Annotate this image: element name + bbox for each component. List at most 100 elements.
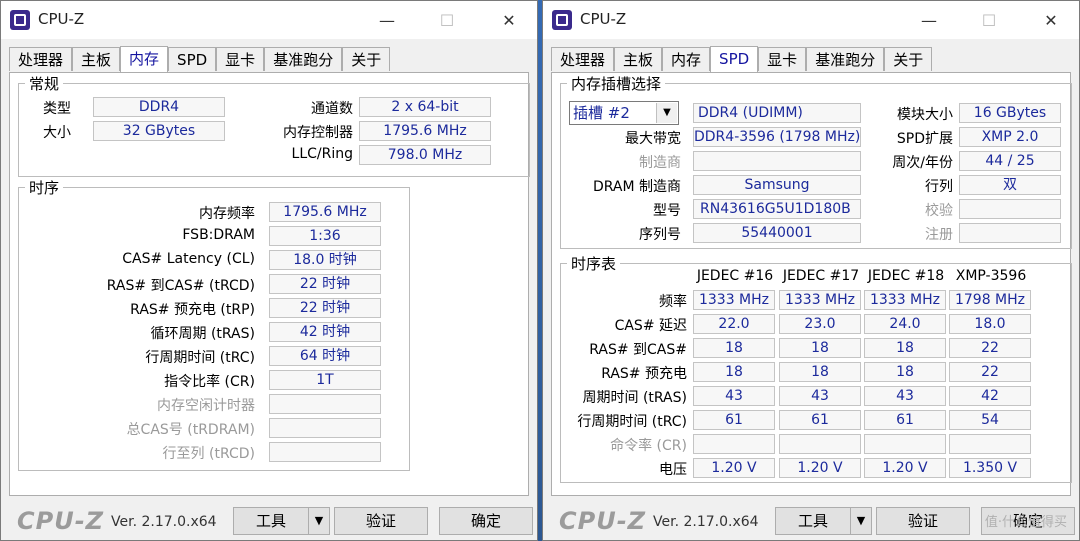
version-text: Ver. 2.17.0.x64: [653, 514, 759, 530]
watermark: 值·什么值得买: [984, 515, 1067, 530]
timing-table-cell: 1.20 V: [693, 458, 775, 478]
timing-value: 1T: [269, 370, 381, 390]
timing-table-legend: 时序表: [567, 253, 621, 274]
general-group: 常规 类型 DDR4 大小 32 GBytes 通道数 2 x 64-bit 内…: [18, 73, 530, 177]
timing-table-row-label: 命令率 (CR): [610, 438, 687, 454]
tab-processor[interactable]: 处理器: [551, 47, 615, 71]
channels-value: 2 x 64-bit: [359, 97, 491, 117]
module-type-value: DDR4 (UDIMM): [693, 103, 861, 123]
slot-select-value: 插槽 #2: [573, 104, 630, 122]
timing-label: 指令比率 (CR): [164, 374, 255, 390]
timing-table-cell: 42: [949, 386, 1031, 406]
type-value: DDR4: [93, 97, 225, 117]
maximize-icon: ☐: [439, 10, 455, 30]
dram-manufacturer-label: DRAM 制造商: [592, 179, 681, 195]
timing-table-row-label: RAS# 预充电: [601, 366, 687, 382]
timing-table-cell: 22.0: [693, 314, 775, 334]
timing-value: 18.0 时钟: [269, 250, 381, 270]
timing-value: 22 时钟: [269, 298, 381, 318]
manufacturer-label: 制造商: [639, 155, 681, 171]
close-icon[interactable]: ✕: [495, 7, 523, 33]
minimize-icon[interactable]: —: [915, 7, 943, 33]
timings-group: 时序 内存频率 1795.6 MHz FSB:DRAM 1:36 CAS# Latenc…: [18, 177, 410, 471]
timing-table-cell: [693, 434, 775, 454]
slot-group: 内存插槽选择 插槽 #2 ▼ DDR4 (UDIMM) 模块大小 16 GByt…: [560, 73, 1072, 249]
tab-about[interactable]: 关于: [342, 47, 391, 71]
week-year-label: 周次/年份: [892, 155, 953, 171]
timing-table-cell: 1798 MHz: [949, 290, 1031, 310]
ok-button[interactable]: 确定: [439, 507, 533, 535]
timing-label: 总CAS号 (tRDRAM): [126, 422, 255, 438]
tab-bench[interactable]: 基准跑分: [264, 47, 343, 71]
timing-table-row-label: 行周期时间 (tRC): [577, 414, 687, 430]
slot-select[interactable]: 插槽 #2 ▼: [569, 101, 679, 125]
tab-graphics[interactable]: 显卡: [216, 47, 265, 71]
memory-panel: 常规 类型 DDR4 大小 32 GBytes 通道数 2 x 64-bit 内…: [9, 72, 530, 496]
tab-bar: 处理器 主板 内存 SPD 显卡 基准跑分 关于: [551, 45, 933, 74]
tools-dropdown-icon[interactable]: ▼: [850, 507, 872, 535]
tab-memory[interactable]: 内存: [662, 47, 711, 71]
size-value: 32 GBytes: [93, 121, 225, 141]
spd-ext-label: SPD扩展: [896, 131, 953, 147]
minimize-icon[interactable]: —: [373, 7, 401, 33]
validate-button[interactable]: 验证: [876, 507, 970, 535]
llc-value: 798.0 MHz: [359, 145, 491, 165]
tab-bench[interactable]: 基准跑分: [806, 47, 885, 71]
rank-label: 行列: [925, 179, 953, 195]
timing-value: [269, 394, 381, 414]
timing-table-cell: 1.20 V: [779, 458, 861, 478]
timing-table-cell: 61: [779, 410, 861, 430]
tab-spd[interactable]: SPD: [710, 46, 759, 74]
timing-table-cell: 18.0: [949, 314, 1031, 334]
timing-table-cell: 18: [693, 338, 775, 358]
part-number-value: RN43616G5U1D180B: [693, 199, 861, 219]
tab-about[interactable]: 关于: [884, 47, 933, 71]
timing-label: 内存空闲计时器: [157, 398, 255, 414]
registered-label: 注册: [925, 227, 953, 243]
timing-table-cell: 23.0: [779, 314, 861, 334]
timing-value: 1:36: [269, 226, 381, 246]
timing-label: CAS# Latency (CL): [122, 251, 255, 267]
timing-table-row-label: RAS# 到CAS#: [589, 342, 687, 358]
manufacturer-value: [693, 151, 861, 171]
timing-table-cell: 24.0: [864, 314, 946, 334]
checksum-label: 校验: [925, 203, 953, 219]
chevron-down-icon: ▼: [656, 103, 677, 123]
slot-legend: 内存插槽选择: [567, 73, 666, 94]
tab-mainboard[interactable]: 主板: [614, 47, 663, 71]
cpuz-logo: CPU-Z: [17, 507, 105, 535]
tab-processor[interactable]: 处理器: [9, 47, 73, 71]
timing-table-row-label: 周期时间 (tRAS): [582, 390, 688, 406]
title-bar[interactable]: CPU-Z — ☐ ✕: [543, 1, 1079, 39]
title-bar[interactable]: CPU-Z — ☐ ✕: [1, 1, 537, 39]
max-bandwidth-value: DDR4-3596 (1798 MHz): [693, 127, 861, 147]
tools-button[interactable]: 工具: [775, 507, 851, 535]
close-icon[interactable]: ✕: [1037, 7, 1065, 33]
validate-button[interactable]: 验证: [334, 507, 428, 535]
maximize-icon: ☐: [981, 10, 997, 30]
timing-table-cell: 22: [949, 362, 1031, 382]
timing-table-cell: 22: [949, 338, 1031, 358]
timing-table-cell: 43: [864, 386, 946, 406]
max-bandwidth-label: 最大带宽: [625, 131, 681, 147]
week-year-value: 44 / 25: [959, 151, 1061, 171]
timing-table-header: JEDEC #17: [782, 268, 860, 284]
tab-spd[interactable]: SPD: [168, 47, 217, 71]
tab-memory[interactable]: 内存: [120, 46, 169, 74]
footer: CPU-Z Ver. 2.17.0.x64 工具 ▼ 验证 确定: [1, 501, 537, 540]
cpuz-app-icon: [10, 10, 30, 30]
tools-dropdown-icon[interactable]: ▼: [308, 507, 330, 535]
timing-table-cell: 18: [779, 338, 861, 358]
spd-ext-value: XMP 2.0: [959, 127, 1061, 147]
tab-graphics[interactable]: 显卡: [758, 47, 807, 71]
timing-table-group: 时序表 JEDEC #16 JEDEC #17 JEDEC #18 XMP-3596 频…: [560, 253, 1072, 483]
module-size-value: 16 GBytes: [959, 103, 1061, 123]
timing-label: RAS# 预充电 (tRP): [130, 302, 255, 318]
tab-mainboard[interactable]: 主板: [72, 47, 121, 71]
window-title: CPU-Z: [580, 10, 627, 28]
timing-table-cell: 1.20 V: [864, 458, 946, 478]
llc-label: LLC/Ring: [291, 146, 353, 162]
timing-table-cell: 18: [864, 362, 946, 382]
timing-table-cell: 61: [864, 410, 946, 430]
tools-button[interactable]: 工具: [233, 507, 309, 535]
